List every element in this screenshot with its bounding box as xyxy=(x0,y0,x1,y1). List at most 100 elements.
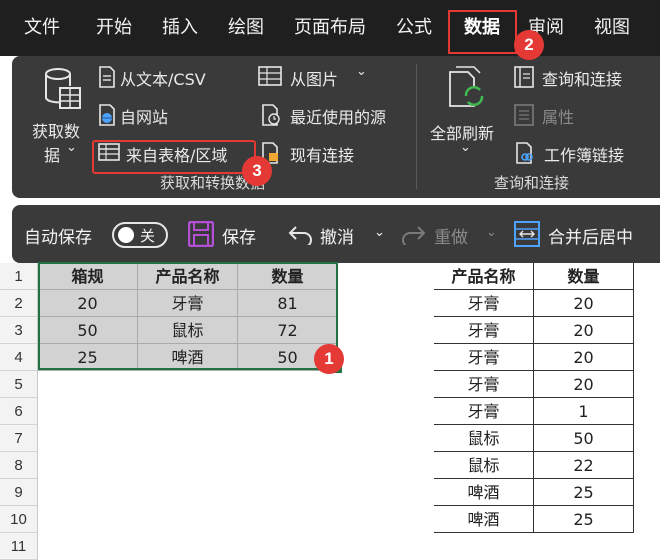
refresh-file-icon xyxy=(449,66,484,107)
table-header-cell[interactable]: 数量 xyxy=(238,263,338,290)
table-cell[interactable]: 25 xyxy=(534,479,634,506)
quick-access-toolbar: 自动保存 关 保存 撤消 ⌄ 重做 ⌄ 合并后居中 xyxy=(12,205,660,263)
chevron-down-icon[interactable]: ⌄ xyxy=(374,225,385,240)
table-cell[interactable]: 20 xyxy=(534,290,634,317)
row-number[interactable]: 4 xyxy=(0,344,38,371)
table-cell[interactable]: 20 xyxy=(534,317,634,344)
row-number[interactable]: 8 xyxy=(0,452,38,479)
row-number[interactable]: 2 xyxy=(0,290,38,317)
redo-button: 重做 xyxy=(434,228,468,248)
database-table-icon xyxy=(45,68,81,109)
merge-center-button[interactable]: 合并后居中 xyxy=(548,223,633,248)
table-cell[interactable]: 72 xyxy=(238,317,338,344)
tab-formulas[interactable]: 公式 xyxy=(396,14,432,42)
workbook-link-icon xyxy=(516,142,533,164)
table-cell[interactable]: 牙膏 xyxy=(434,317,534,344)
properties-label: 属性 xyxy=(542,108,575,127)
properties-icon xyxy=(514,104,534,126)
row-number[interactable]: 10 xyxy=(0,506,38,533)
table-cell[interactable]: 鼠标 xyxy=(434,452,534,479)
step-badge-2: 2 xyxy=(514,30,544,60)
table-cell[interactable]: 牙膏 xyxy=(434,290,534,317)
get-data-button[interactable]: 获取数 据 ⌄ xyxy=(28,62,92,166)
tab-file[interactable]: 文件 xyxy=(24,14,60,42)
table-cell[interactable]: 20 xyxy=(534,344,634,371)
row-number[interactable]: 7 xyxy=(0,425,38,452)
table-cell[interactable]: 牙膏 xyxy=(138,290,238,317)
recent-file-clock-icon xyxy=(262,104,280,126)
table-cell[interactable]: 牙膏 xyxy=(434,398,534,425)
save-button[interactable]: 保存 xyxy=(222,223,256,248)
table-header-cell[interactable]: 产品名称 xyxy=(434,263,534,290)
tab-draw[interactable]: 绘图 xyxy=(228,14,264,42)
from-table-highlight xyxy=(92,140,256,174)
queries-connections-label: 查询和连接 xyxy=(542,70,623,89)
table-cell[interactable]: 鼠标 xyxy=(138,317,238,344)
workbook-links-label: 工作簿链接 xyxy=(544,146,625,165)
undo-icon[interactable] xyxy=(288,223,314,245)
row-number[interactable]: 6 xyxy=(0,398,38,425)
row-number[interactable]: 3 xyxy=(0,317,38,344)
row-number[interactable]: 1 xyxy=(0,263,38,290)
from-text-csv-button[interactable]: 从文本/CSV xyxy=(98,64,238,90)
table-cell[interactable]: 牙膏 xyxy=(434,344,534,371)
merge-center-icon[interactable] xyxy=(514,221,540,247)
workbook-links-button[interactable]: 工作簿链接 xyxy=(514,140,644,166)
save-icon[interactable] xyxy=(188,221,214,247)
table-cell[interactable]: 22 xyxy=(534,452,634,479)
toggle-knob xyxy=(118,227,134,243)
row-number[interactable]: 9 xyxy=(0,479,38,506)
text-file-icon xyxy=(99,66,115,88)
tab-page-layout[interactable]: 页面布局 xyxy=(294,14,366,42)
table-cell[interactable]: 啤酒 xyxy=(138,344,238,371)
chevron-down-icon: ⌄ xyxy=(356,64,367,79)
get-data-label: 获取数 xyxy=(32,122,81,141)
table-cell[interactable]: 啤酒 xyxy=(434,479,534,506)
properties-button: 属性 xyxy=(514,102,614,128)
from-text-csv-label: 从文本/CSV xyxy=(120,70,206,89)
from-web-label: 自网站 xyxy=(120,108,169,127)
table-cell[interactable]: 20 xyxy=(534,371,634,398)
table-cell[interactable]: 81 xyxy=(238,290,338,317)
tab-home[interactable]: 开始 xyxy=(96,14,132,42)
table-cell[interactable]: 啤酒 xyxy=(434,506,534,533)
step-badge-3: 3 xyxy=(242,156,272,186)
autosave-toggle[interactable]: 关 xyxy=(112,222,168,248)
tab-insert[interactable]: 插入 xyxy=(162,14,198,42)
get-data-label-2: 据 xyxy=(44,146,61,165)
existing-connections-label: 现有连接 xyxy=(290,146,355,165)
redo-icon xyxy=(402,226,426,245)
ribbon-separator xyxy=(416,64,417,189)
table-cell[interactable]: 鼠标 xyxy=(434,425,534,452)
table-cell[interactable]: 20 xyxy=(38,290,138,317)
queries-connections-button[interactable]: 查询和连接 xyxy=(514,64,644,90)
recent-sources-label: 最近使用的源 xyxy=(290,108,387,127)
from-web-button[interactable]: 自网站 xyxy=(98,102,238,128)
table-header-cell[interactable]: 箱规 xyxy=(38,263,138,290)
from-picture-button[interactable]: 从图片 ⌄ xyxy=(258,64,378,90)
existing-connections-button[interactable]: 现有连接 xyxy=(258,140,388,166)
undo-button[interactable]: 撤消 xyxy=(320,223,354,248)
table-cell[interactable]: 25 xyxy=(38,344,138,371)
from-picture-label: 从图片 xyxy=(290,70,339,89)
web-page-icon xyxy=(99,104,115,126)
row-number[interactable]: 5 xyxy=(0,371,38,398)
table-cell[interactable]: 25 xyxy=(534,506,634,533)
picture-table-icon xyxy=(258,66,282,86)
recent-sources-button[interactable]: 最近使用的源 xyxy=(258,102,408,128)
queries-panel-icon xyxy=(514,66,534,88)
chevron-down-icon: ⌄ xyxy=(486,225,497,240)
refresh-all-button[interactable]: 全部刷新 ⌄ xyxy=(426,62,510,166)
tab-view[interactable]: 视图 xyxy=(594,14,630,42)
table-header-cell[interactable]: 数量 xyxy=(534,263,634,290)
table-cell[interactable]: 牙膏 xyxy=(434,371,534,398)
chevron-down-icon: ⌄ xyxy=(66,140,77,155)
table-header-cell[interactable]: 产品名称 xyxy=(138,263,238,290)
table-cell[interactable]: 50 xyxy=(38,317,138,344)
table-cell[interactable]: 1 xyxy=(534,398,634,425)
step-badge-1: 1 xyxy=(314,344,344,374)
queries-group-label: 查询和连接 xyxy=(494,174,570,192)
row-number[interactable]: 11 xyxy=(0,533,38,560)
autosave-state: 关 xyxy=(140,227,156,245)
table-cell[interactable]: 50 xyxy=(534,425,634,452)
